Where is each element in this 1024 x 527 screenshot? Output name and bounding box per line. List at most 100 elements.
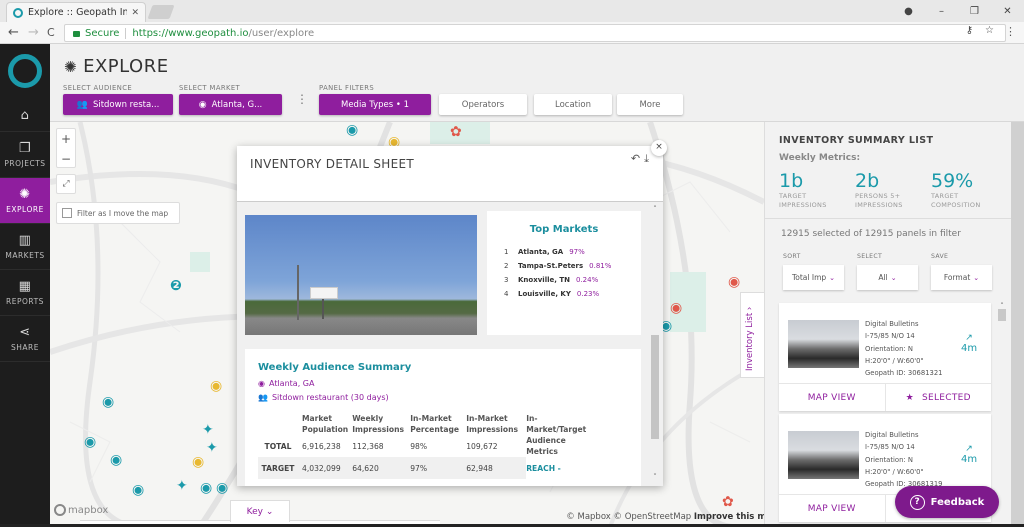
audience-group-icon: 👥 bbox=[76, 99, 88, 110]
sidebar-item-share[interactable]: ⋖ SHARE bbox=[0, 316, 50, 362]
sort-dropdown[interactable]: Total Imp ⌄ bbox=[783, 265, 844, 290]
map-marker[interactable]: ◉ bbox=[132, 482, 144, 498]
column-header: Weekly Impressions bbox=[352, 414, 405, 434]
mapbox-logo[interactable]: mapbox bbox=[54, 504, 108, 516]
url-input[interactable]: Secure https://www.geopath.io /user/expl… bbox=[64, 24, 1006, 42]
select-label: SELECT bbox=[857, 253, 883, 260]
browser-tab[interactable]: Explore :: Geopath Insigh ✕ bbox=[6, 2, 146, 22]
restore-button[interactable]: ❐ bbox=[958, 6, 991, 17]
map-marker[interactable]: ◉ bbox=[210, 378, 222, 394]
url-path: /user/explore bbox=[248, 27, 315, 39]
url-host: https://www.geopath.io bbox=[132, 27, 249, 39]
minimize-button[interactable]: – bbox=[925, 6, 958, 17]
share-icon: ⋖ bbox=[19, 325, 31, 340]
column-header: In-Market Impressions bbox=[466, 414, 519, 434]
sidebar-item-label: EXPLORE bbox=[6, 205, 44, 214]
close-window-button[interactable]: ✕ bbox=[991, 6, 1024, 17]
summary-list-title: INVENTORY SUMMARY LIST bbox=[779, 135, 934, 146]
osm-attribution-link[interactable]: © OpenStreetMap bbox=[614, 512, 692, 522]
sidebar-item-projects[interactable]: ❐ PROJECTS bbox=[0, 132, 50, 178]
zoom-out-button[interactable]: − bbox=[57, 149, 75, 169]
panel-filters-label: PANEL FILTERS bbox=[319, 84, 375, 92]
filter-more-button[interactable]: More bbox=[617, 94, 683, 115]
sidebar-item-markets[interactable]: ▥ MARKETS bbox=[0, 224, 50, 270]
target-location-icon: ◉ bbox=[258, 379, 265, 388]
download-icon[interactable]: ⤓ bbox=[644, 152, 649, 166]
map-marker[interactable]: ✿ bbox=[450, 124, 462, 140]
zoom-in-button[interactable]: + bbox=[57, 129, 75, 149]
undo-icon[interactable]: ↶ bbox=[631, 152, 640, 166]
mapbox-icon bbox=[54, 504, 66, 516]
tab-close-icon[interactable]: ✕ bbox=[131, 8, 139, 18]
fullscreen-button[interactable]: ⤢ bbox=[56, 174, 76, 194]
inventory-summary-panel: INVENTORY SUMMARY LIST Weekly Metrics: 1… bbox=[764, 122, 1024, 527]
map-marker[interactable]: ◉ bbox=[110, 452, 122, 468]
map-marker[interactable]: ◉ bbox=[84, 434, 96, 450]
feedback-button[interactable]: ? Feedback bbox=[895, 486, 999, 518]
explore-header: ✺ EXPLORE SELECT AUDIENCE 👥 Sitdown rest… bbox=[50, 44, 1024, 122]
mapbox-attribution-link[interactable]: © Mapbox bbox=[566, 512, 611, 522]
reload-button[interactable]: C bbox=[47, 26, 55, 39]
map-marker[interactable]: ✿ bbox=[722, 494, 734, 510]
map-marker[interactable]: ✦ bbox=[206, 440, 218, 456]
reach-toggle[interactable]: REACH - bbox=[526, 457, 593, 479]
map-marker[interactable]: ✦ bbox=[176, 478, 188, 494]
list-scrollbar[interactable]: ˄ bbox=[997, 302, 1007, 527]
trending-up-icon: ↗ bbox=[965, 333, 973, 343]
forward-button[interactable]: → bbox=[28, 25, 39, 40]
projects-icon: ❐ bbox=[18, 141, 32, 156]
map-marker[interactable]: ◉ bbox=[192, 454, 204, 470]
sidebar-item-reports[interactable]: ▦ REPORTS bbox=[0, 270, 50, 316]
map-marker[interactable]: ◉ bbox=[670, 300, 682, 316]
explore-aperture-icon: ✺ bbox=[64, 57, 78, 76]
modal-scrollbar[interactable]: ˄ ˅ bbox=[651, 205, 659, 483]
inventory-card[interactable]: Digital Bulletins I-75/85 N/O 14 Orienta… bbox=[779, 303, 991, 411]
save-format-dropdown[interactable]: Format ⌄ bbox=[931, 265, 992, 290]
scroll-thumb[interactable] bbox=[998, 309, 1006, 321]
back-button[interactable]: ← bbox=[8, 25, 19, 40]
selection-count: 12915 selected of 12915 panels in filter bbox=[781, 229, 961, 239]
geopath-logo[interactable] bbox=[8, 54, 42, 88]
inventory-list-toggle[interactable]: Inventory List › bbox=[740, 292, 764, 378]
scroll-down-icon[interactable]: ˅ bbox=[651, 473, 659, 483]
scroll-thumb[interactable] bbox=[651, 335, 659, 439]
new-tab-button[interactable] bbox=[147, 5, 175, 19]
map-marker[interactable]: ◉ bbox=[346, 122, 358, 138]
summary-table: Market Population Weekly Impressions In-… bbox=[258, 413, 593, 479]
scroll-up-icon[interactable]: ˄ bbox=[651, 205, 659, 215]
key-toggle-button[interactable]: Key ⌄ bbox=[230, 500, 290, 522]
sidebar-item-explore[interactable]: ✺ EXPLORE bbox=[0, 178, 50, 224]
map-attribution: © Mapbox © OpenStreetMap Improve this ma… bbox=[566, 512, 764, 522]
map-marker[interactable]: ◉ bbox=[216, 480, 228, 496]
sidebar-item-home[interactable]: ⌂ bbox=[0, 102, 50, 132]
map-marker[interactable]: ◉ bbox=[728, 274, 740, 290]
improve-map-link[interactable]: Improve this map bbox=[694, 512, 764, 522]
filter-checkbox[interactable] bbox=[62, 208, 72, 218]
filter-media-types-button[interactable]: Media Types • 1 bbox=[319, 94, 431, 115]
billboard-image bbox=[310, 287, 338, 299]
vertical-dots-icon[interactable]: ⋮ bbox=[296, 93, 308, 105]
geopath-favicon-icon bbox=[13, 7, 23, 18]
filter-operators-button[interactable]: Operators bbox=[439, 94, 527, 115]
map-marker[interactable]: ❷ bbox=[170, 278, 182, 294]
close-icon[interactable]: × bbox=[651, 140, 667, 156]
reports-grid-icon: ▦ bbox=[18, 279, 32, 294]
explore-aperture-icon: ✺ bbox=[19, 187, 31, 202]
market-label: SELECT MARKET bbox=[179, 84, 241, 92]
table-row: TARGET 4,032,099 64,620 97% 62,948 REACH… bbox=[258, 457, 593, 479]
browser-menu-icon[interactable]: ⋮ bbox=[1005, 25, 1016, 38]
account-icon[interactable]: ● bbox=[892, 6, 925, 17]
map-marker[interactable]: ◉ bbox=[200, 480, 212, 496]
filter-as-move-toggle[interactable]: Filter as I move the map bbox=[56, 202, 180, 224]
map-marker[interactable]: ✦ bbox=[202, 422, 214, 438]
select-dropdown[interactable]: All ⌄ bbox=[857, 265, 918, 290]
map-marker[interactable]: ◉ bbox=[102, 394, 114, 410]
key-icon[interactable]: ⚷ bbox=[966, 25, 973, 36]
select-market-button[interactable]: ◉ Atlanta, G... bbox=[179, 94, 282, 115]
map-view-button[interactable]: MAP VIEW bbox=[779, 495, 886, 522]
select-audience-button[interactable]: 👥 Sitdown resta... bbox=[63, 94, 173, 115]
filter-location-button[interactable]: Location bbox=[534, 94, 612, 115]
bookmark-star-icon[interactable]: ☆ bbox=[985, 25, 994, 36]
map-view-button[interactable]: MAP VIEW bbox=[779, 384, 886, 411]
selected-toggle[interactable]: ★ SELECTED bbox=[886, 384, 992, 411]
